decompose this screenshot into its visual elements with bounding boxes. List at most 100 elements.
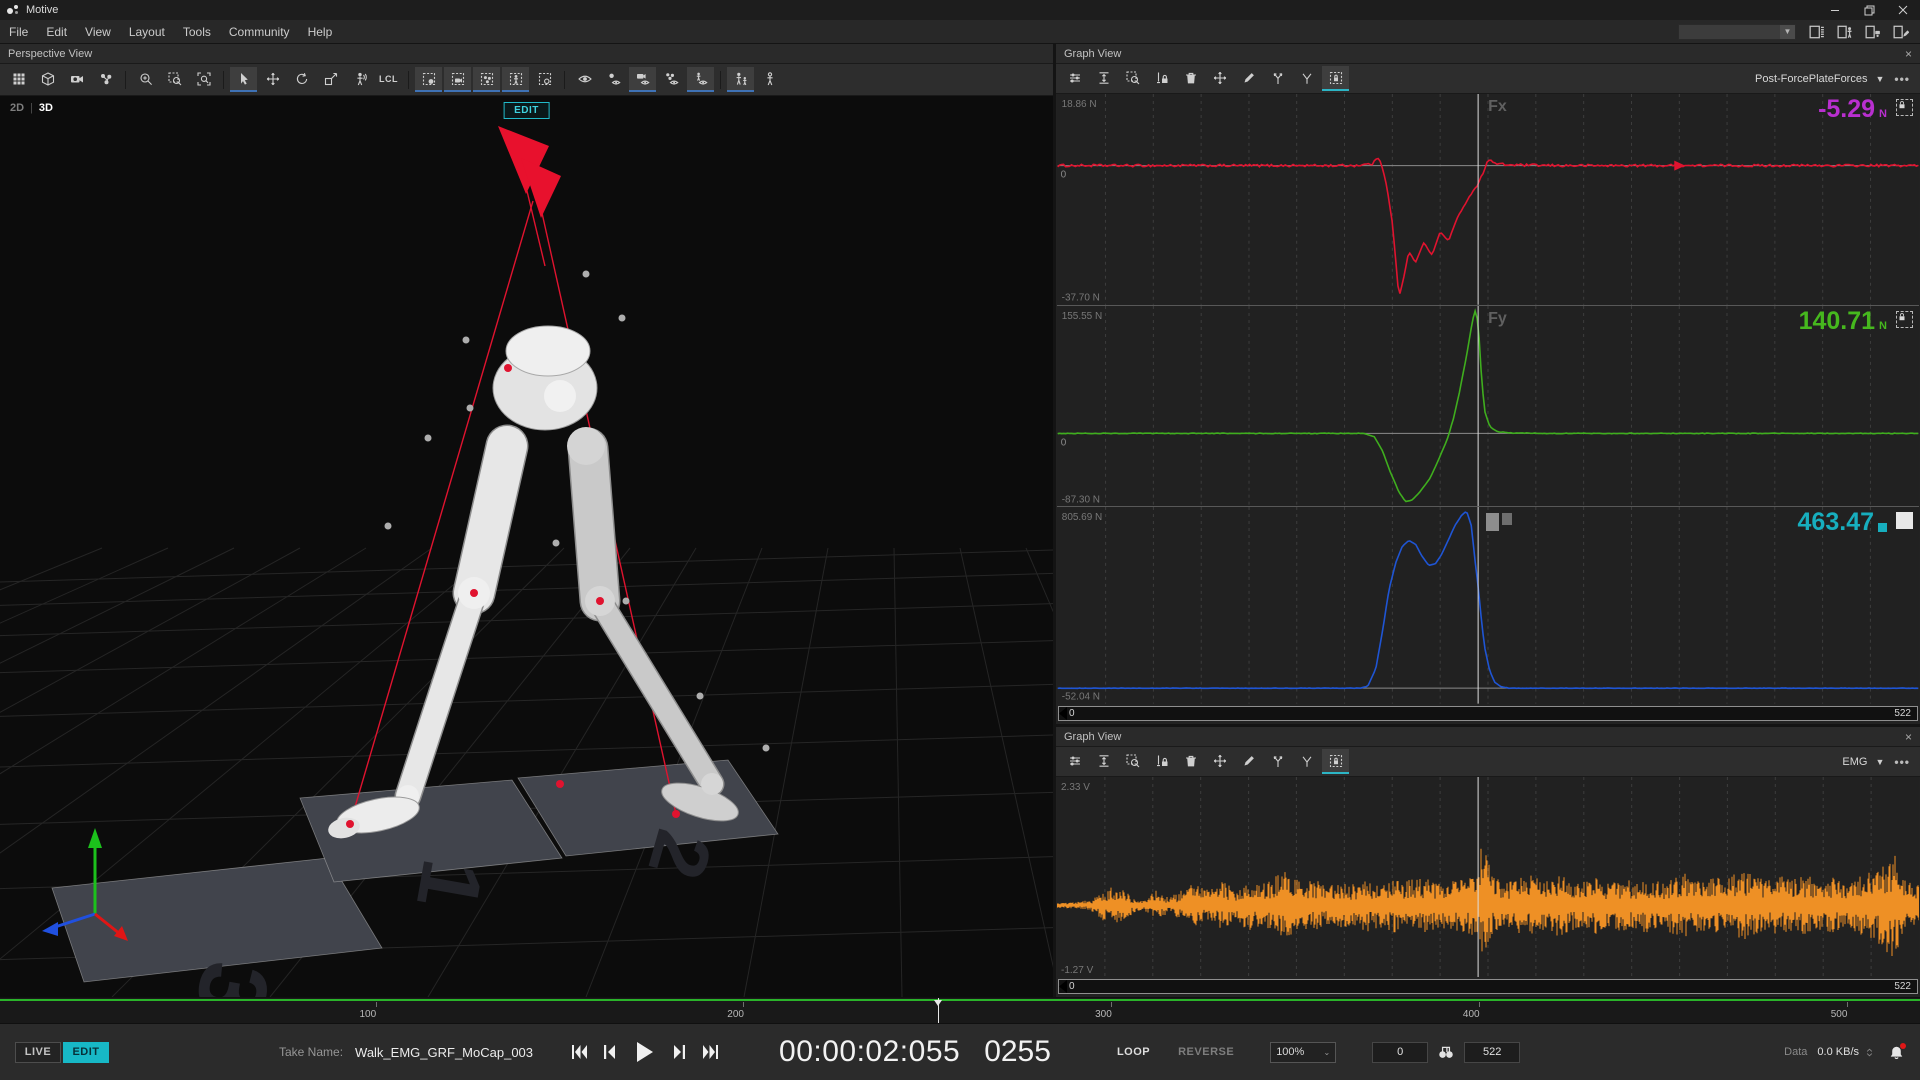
graph-channel-selector[interactable]: EMG ▼	[1842, 756, 1884, 768]
visibility-button[interactable]	[571, 67, 598, 92]
menu-help[interactable]: Help	[299, 25, 342, 39]
panel-camera-button[interactable]	[1862, 23, 1884, 41]
skeleton-visibility-button[interactable]	[687, 67, 714, 92]
range-start-input[interactable]: 0	[1372, 1042, 1428, 1063]
timeline-playhead[interactable]	[938, 998, 939, 1023]
menu-community[interactable]: Community	[220, 25, 299, 39]
rigidbody-button[interactable]	[92, 67, 119, 92]
zoom-region-button[interactable]	[1119, 749, 1146, 774]
chart-fz[interactable]: 805.69 N-52.04 N463.47	[1057, 506, 1919, 704]
3d-viewport[interactable]: 3 1 2 2D | 3D EDIT	[0, 96, 1053, 997]
playback-speed-select[interactable]: 100% ⌄	[1270, 1042, 1336, 1063]
lcl-button[interactable]: LCL	[375, 67, 402, 92]
zoom-region-button[interactable]	[161, 67, 188, 92]
y-axis-max-label: 2.33 V	[1061, 782, 1090, 793]
notifications-bell-button[interactable]	[1889, 1045, 1904, 1060]
graph-settings-button[interactable]	[1061, 66, 1088, 91]
skeleton-stick-button[interactable]	[756, 67, 783, 92]
rigidbody-visibility-icon	[665, 72, 679, 86]
mode-3d-button[interactable]: 3D	[39, 102, 53, 114]
chart-lock-button[interactable]	[1896, 512, 1913, 529]
play-button[interactable]	[633, 1040, 657, 1064]
panel-skeleton-button[interactable]	[1834, 23, 1856, 41]
zoom-region-button[interactable]	[1119, 66, 1146, 91]
draw-button[interactable]	[1235, 66, 1262, 91]
graph-scrollbar[interactable]: 0 522	[1058, 706, 1918, 721]
close-panel-button[interactable]: ×	[1905, 731, 1912, 743]
chart-lock-button[interactable]	[1896, 311, 1913, 328]
timeline-tick-400: 400	[1471, 1002, 1488, 1020]
select-cameras-button[interactable]	[444, 67, 471, 92]
cursor-lock-button[interactable]	[1148, 66, 1175, 91]
menu-tools[interactable]: Tools	[174, 25, 220, 39]
timeline-ruler[interactable]: 100200300400500	[0, 997, 1920, 1023]
panel-edit-button[interactable]	[1890, 23, 1912, 41]
translate-button[interactable]	[259, 67, 286, 92]
live-mode-button[interactable]: LIVE	[15, 1042, 61, 1063]
more-options-button[interactable]: •••	[1894, 72, 1910, 86]
merge-button[interactable]	[1264, 749, 1291, 774]
fit-vertical-button[interactable]	[1090, 749, 1117, 774]
cursor-lock-button[interactable]	[1148, 749, 1175, 774]
more-options-button[interactable]: •••	[1894, 755, 1910, 769]
range-end-input[interactable]: 522	[1464, 1042, 1520, 1063]
camera-visibility-button[interactable]	[629, 67, 656, 92]
menu-layout[interactable]: Layout	[120, 25, 174, 39]
marker-visibility-button[interactable]	[600, 67, 627, 92]
minimize-button[interactable]	[1818, 0, 1852, 20]
camera-button[interactable]	[63, 67, 90, 92]
delete-button[interactable]	[1177, 66, 1204, 91]
zoom-in-button[interactable]	[132, 67, 159, 92]
select-probe-button[interactable]	[531, 67, 558, 92]
fit-vertical-button[interactable]	[1090, 66, 1117, 91]
cube-button[interactable]	[34, 67, 61, 92]
close-panel-button[interactable]: ×	[1905, 48, 1912, 60]
toolbar-separator	[223, 71, 224, 89]
edit-mode-button[interactable]: EDIT	[63, 1042, 109, 1063]
next-frame-button[interactable]	[671, 1044, 688, 1061]
zoom-fit-button[interactable]	[190, 67, 217, 92]
graph-settings-button[interactable]	[1061, 749, 1088, 774]
box-lock-button[interactable]	[1322, 749, 1349, 774]
menu-edit[interactable]: Edit	[37, 25, 76, 39]
rotate-button[interactable]	[288, 67, 315, 92]
skip-end-button[interactable]	[702, 1044, 719, 1061]
graph-scrollbar[interactable]: 0 522	[1058, 979, 1918, 994]
box-lock-button[interactable]	[1322, 66, 1349, 91]
mode-2d-button[interactable]: 2D	[10, 102, 24, 114]
cursor-button[interactable]	[230, 67, 257, 92]
draw-button[interactable]	[1235, 749, 1262, 774]
close-button[interactable]	[1886, 0, 1920, 20]
chart-fx[interactable]: 18.86 N0-37.70 NFx-5.29N	[1057, 94, 1919, 305]
split-button[interactable]	[1293, 749, 1320, 774]
skeleton-track-button[interactable]	[346, 67, 373, 92]
loop-toggle[interactable]: LOOP	[1117, 1046, 1150, 1058]
panel-list-button[interactable]	[1806, 23, 1828, 41]
skip-start-button[interactable]	[571, 1044, 588, 1061]
scale-button[interactable]	[317, 67, 344, 92]
chart-lock-button[interactable]	[1896, 99, 1913, 116]
menu-file[interactable]: File	[0, 25, 37, 39]
split-button[interactable]	[1293, 66, 1320, 91]
y-axis-zero-label: 0	[1061, 437, 1067, 448]
prev-frame-button[interactable]	[602, 1044, 619, 1061]
select-markers-button[interactable]	[415, 67, 442, 92]
take-name-value[interactable]: Walk_EMG_GRF_MoCap_003	[355, 1045, 533, 1060]
reverse-toggle[interactable]: REVERSE	[1178, 1046, 1234, 1058]
pan-button[interactable]	[1206, 66, 1233, 91]
chart-emg[interactable]: 2.33 V-1.27 V	[1057, 777, 1919, 977]
pan-button[interactable]	[1206, 749, 1233, 774]
merge-button[interactable]	[1264, 66, 1291, 91]
menu-view[interactable]: View	[76, 25, 120, 39]
restore-button[interactable]	[1852, 0, 1886, 20]
skeleton-avatar-button[interactable]	[727, 67, 754, 92]
rigidbody-visibility-button[interactable]	[658, 67, 685, 92]
select-rigidbodies-button[interactable]	[473, 67, 500, 92]
delete-button[interactable]	[1177, 749, 1204, 774]
find-frame-button[interactable]	[1438, 1044, 1454, 1060]
select-skeletons-button[interactable]	[502, 67, 529, 92]
viewport-grid-button[interactable]	[5, 67, 32, 92]
graph-channel-selector[interactable]: Post-ForcePlateForces ▼	[1755, 73, 1884, 85]
chart-fy[interactable]: 155.55 N0-87.30 NFy140.71N	[1057, 305, 1919, 507]
layout-combobox[interactable]: ▼	[1678, 24, 1796, 40]
